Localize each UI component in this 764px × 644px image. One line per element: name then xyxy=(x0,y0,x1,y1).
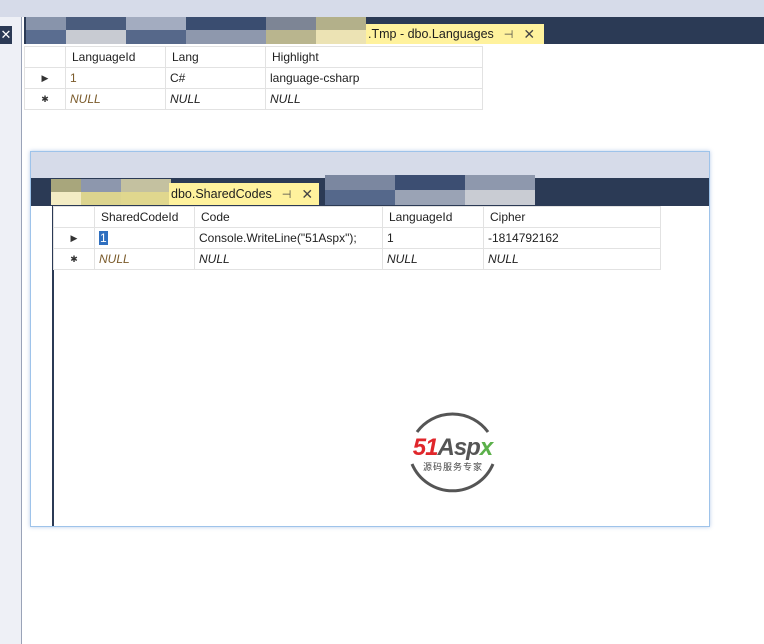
top-bar xyxy=(0,0,764,17)
cell[interactable]: NULL xyxy=(382,248,484,270)
row-selector-header xyxy=(53,206,95,228)
header-row: SharedCodeId Code LanguageId Cipher xyxy=(53,206,661,228)
table-row[interactable]: ▶ 1 C# language-csharp xyxy=(24,67,483,89)
column-header[interactable]: Cipher xyxy=(483,206,661,228)
cell[interactable]: NULL xyxy=(165,88,266,110)
cell[interactable]: C# xyxy=(165,67,266,89)
floating-window: dbo.SharedCodes ⊣ ✕ SharedCodeId Code La… xyxy=(30,151,710,527)
row-selector-header xyxy=(24,46,66,68)
left-panel xyxy=(0,17,22,644)
column-header[interactable]: LanguageId xyxy=(382,206,484,228)
new-row-icon[interactable]: ✱ xyxy=(24,88,66,110)
tab-languages[interactable]: .Tmp - dbo.Languages ⊣ ✕ xyxy=(366,24,544,44)
watermark-brand-part: 51 xyxy=(412,434,439,461)
watermark-brand: 51Aspx xyxy=(390,434,515,462)
watermark-brand-part: Asp xyxy=(437,434,481,461)
close-tab-icon[interactable]: ✕ xyxy=(301,186,313,203)
cell[interactable]: Console.WriteLine("51Aspx"); xyxy=(194,227,383,249)
left-close-icon[interactable]: ✕ xyxy=(0,26,12,44)
redacted-tab-area xyxy=(26,17,366,44)
watermark-tagline: 源码服务专家 xyxy=(422,462,483,472)
redacted-tab-area xyxy=(325,175,535,205)
pin-icon[interactable]: ⊣ xyxy=(504,28,514,41)
cell[interactable]: NULL xyxy=(94,248,195,270)
tab-sharedcodes[interactable]: dbo.SharedCodes ⊣ ✕ xyxy=(169,183,319,205)
cell[interactable]: language-csharp xyxy=(265,67,483,89)
cell[interactable]: 1 xyxy=(94,227,195,249)
current-row-icon[interactable]: ▶ xyxy=(53,227,95,249)
watermark-brand-part: x xyxy=(479,434,493,461)
table-row[interactable]: ▶ 1 Console.WriteLine("51Aspx"); 1 -1814… xyxy=(53,227,661,249)
column-header[interactable]: SharedCodeId xyxy=(94,206,195,228)
column-header[interactable]: Lang xyxy=(165,46,266,68)
pin-icon[interactable]: ⊣ xyxy=(282,188,292,201)
current-row-icon[interactable]: ▶ xyxy=(24,67,66,89)
cell[interactable]: 1 xyxy=(382,227,484,249)
cell[interactable]: -1814792162 xyxy=(483,227,661,249)
redacted-tab-area xyxy=(51,179,171,205)
column-header[interactable]: Code xyxy=(194,206,383,228)
languages-grid: LanguageId Lang Highlight ▶ 1 C# languag… xyxy=(24,46,483,110)
header-row: LanguageId Lang Highlight xyxy=(24,46,483,68)
cell[interactable]: NULL xyxy=(194,248,383,270)
cell-editing-value[interactable]: 1 xyxy=(99,231,108,245)
column-header[interactable]: LanguageId xyxy=(65,46,166,68)
close-tab-icon[interactable]: ✕ xyxy=(523,26,535,43)
new-row-icon[interactable]: ✱ xyxy=(53,248,95,270)
cell[interactable]: NULL xyxy=(483,248,661,270)
column-header[interactable]: Highlight xyxy=(265,46,483,68)
tab-title: .Tmp - dbo.Languages xyxy=(368,27,494,41)
cell[interactable]: NULL xyxy=(265,88,483,110)
tab-title: dbo.SharedCodes xyxy=(171,187,272,201)
new-row[interactable]: ✱ NULL NULL NULL xyxy=(24,88,483,110)
sharedcodes-grid: SharedCodeId Code LanguageId Cipher ▶ 1 … xyxy=(53,206,661,270)
watermark-logo: 51Aspx 源码服务专家 xyxy=(390,402,515,494)
cell[interactable]: NULL xyxy=(65,88,166,110)
cell[interactable]: 1 xyxy=(65,67,166,89)
new-row[interactable]: ✱ NULL NULL NULL NULL xyxy=(53,248,661,270)
